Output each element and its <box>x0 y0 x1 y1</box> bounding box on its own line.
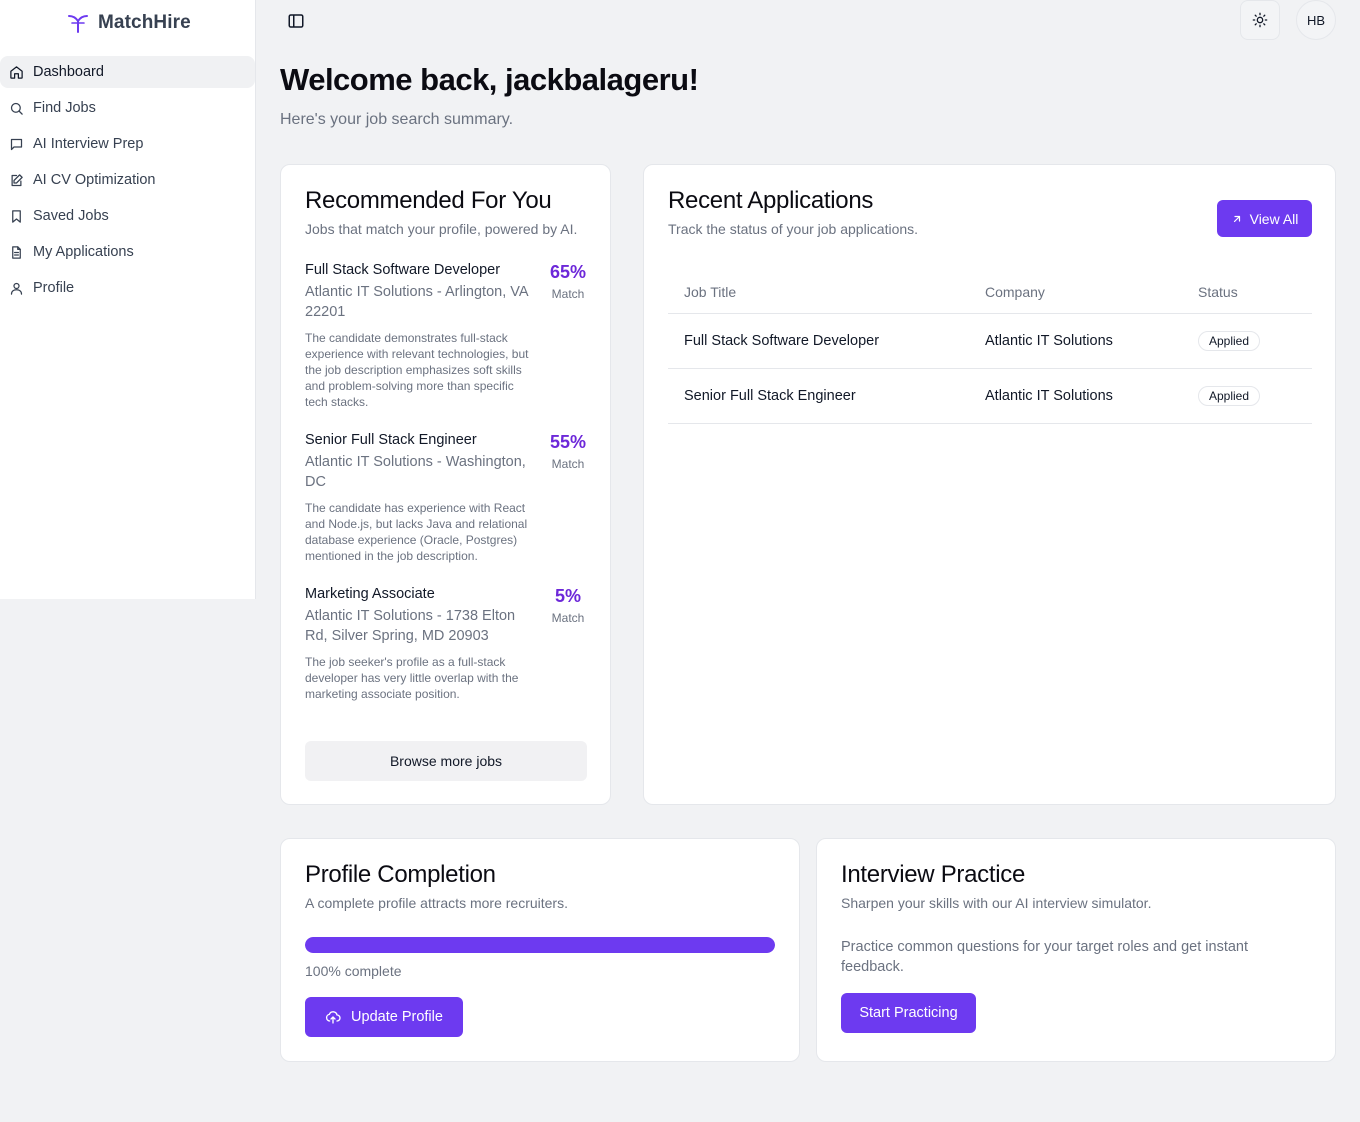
match-label: Match <box>551 611 585 625</box>
recent-applications-card: Recent Applications Track the status of … <box>643 164 1336 805</box>
practice-body-text: Practice common questions for your targe… <box>841 939 1249 975</box>
job-recommendation[interactable]: Full Stack Software Developer Atlantic I… <box>305 262 588 410</box>
sidebar-item-label: Find Jobs <box>33 100 96 116</box>
brand-logo[interactable]: MatchHire <box>66 10 191 36</box>
matchhire-logo-icon <box>68 15 88 33</box>
sidebar: MatchHire Dashboard Find Jobs AI Intervi… <box>0 0 256 599</box>
status-badge: Applied <box>1198 386 1261 406</box>
sidebar-item-label: Dashboard <box>33 64 104 80</box>
home-icon <box>10 65 23 79</box>
column-header-company[interactable]: Company <box>969 284 1182 300</box>
sidebar-item-label: Saved Jobs <box>33 208 109 224</box>
job-recommendation[interactable]: Senior Full Stack Engineer Atlantic IT S… <box>305 432 588 564</box>
view-all-button[interactable]: View All <box>1217 200 1312 237</box>
card-title: Recommended For You <box>305 187 552 214</box>
start-practicing-button[interactable]: Start Practicing <box>841 993 976 1033</box>
brand-name: MatchHire <box>98 12 191 33</box>
applications-table: Job Title Company Status Full Stack Soft… <box>668 270 1312 424</box>
sidebar-item-ai-interview-prep[interactable]: AI Interview Prep <box>0 128 255 160</box>
table-header: Job Title Company Status <box>668 270 1312 314</box>
recommended-card: Recommended For You Jobs that match your… <box>280 164 611 805</box>
card-title: Recent Applications <box>668 187 874 214</box>
match-label: Match <box>551 287 585 301</box>
sidebar-nav: Dashboard Find Jobs AI Interview Prep AI… <box>0 56 255 308</box>
profile-progress-bar <box>305 937 775 953</box>
cell-job-title: Senior Full Stack Engineer <box>684 388 856 404</box>
cell-status: Applied <box>1182 386 1312 406</box>
interview-practice-card: Interview Practice Sharpen your skills w… <box>816 838 1336 1062</box>
job-location: Atlantic IT Solutions - Washington, DC <box>305 454 526 490</box>
update-profile-label: Update Profile <box>351 1009 443 1025</box>
sidebar-item-label: Profile <box>33 280 75 296</box>
profile-completion-card: Profile Completion A complete profile at… <box>280 838 800 1062</box>
job-match-reason: The job seeker's profile as a full-stack… <box>305 655 519 701</box>
sidebar-item-saved-jobs[interactable]: Saved Jobs <box>0 200 255 232</box>
card-title: Profile Completion <box>305 861 496 888</box>
bookmark-icon <box>12 209 21 223</box>
job-match-reason: The candidate has experience with React … <box>305 501 528 563</box>
job-title[interactable]: Marketing Associate <box>305 586 535 602</box>
job-recommendation[interactable]: Marketing Associate Atlantic IT Solution… <box>305 586 588 702</box>
sidebar-item-ai-cv-optimization[interactable]: AI CV Optimization <box>0 164 255 196</box>
sidebar-item-dashboard[interactable]: Dashboard <box>0 56 255 88</box>
sidebar-item-find-jobs[interactable]: Find Jobs <box>0 92 255 124</box>
cell-job-title: Full Stack Software Developer <box>684 333 880 349</box>
match-percent: 5% <box>554 586 581 606</box>
file-text-icon <box>12 245 21 259</box>
cloud-upload-icon <box>326 1011 341 1024</box>
progress-text: 100% complete <box>305 963 402 979</box>
table-row[interactable]: Full Stack Software Developer Atlantic I… <box>668 314 1312 369</box>
page-subtitle: Here's your job search summary. <box>280 111 514 128</box>
match-score: 55% Match <box>548 432 588 471</box>
card-description: Jobs that match your profile, powered by… <box>305 221 578 237</box>
match-score: 5% Match <box>548 586 588 625</box>
page-title: Welcome back, jackbalageru! <box>280 62 699 97</box>
table-row[interactable]: Senior Full Stack Engineer Atlantic IT S… <box>668 369 1312 424</box>
avatar[interactable]: HB <box>1296 0 1336 40</box>
browse-more-jobs-button[interactable]: Browse more jobs <box>305 741 587 781</box>
sidebar-item-label: AI Interview Prep <box>33 136 144 152</box>
job-match-reason: The candidate demonstrates full-stack ex… <box>305 331 529 409</box>
card-title: Interview Practice <box>841 861 1025 888</box>
card-description: Track the status of your job application… <box>668 221 919 237</box>
cell-company: Atlantic IT Solutions <box>985 333 1113 349</box>
update-profile-button[interactable]: Update Profile <box>305 997 463 1037</box>
job-title[interactable]: Senior Full Stack Engineer <box>305 432 535 448</box>
arrow-up-right-icon <box>1233 215 1240 222</box>
match-percent: 65% <box>549 262 587 282</box>
search-icon <box>10 102 23 115</box>
sidebar-item-my-applications[interactable]: My Applications <box>0 236 255 268</box>
sidebar-toggle-icon[interactable] <box>287 12 305 30</box>
column-header-job-title[interactable]: Job Title <box>668 284 969 300</box>
user-icon <box>10 282 23 295</box>
sidebar-item-label: AI CV Optimization <box>33 172 156 188</box>
theme-toggle-button[interactable] <box>1240 0 1280 40</box>
column-header-status[interactable]: Status <box>1182 284 1312 300</box>
view-all-label: View All <box>1249 210 1299 227</box>
card-description: A complete profile attracts more recruit… <box>305 895 568 911</box>
message-square-icon <box>10 138 23 150</box>
edit-document-icon <box>11 173 23 186</box>
match-label: Match <box>551 457 585 471</box>
job-title[interactable]: Full Stack Software Developer <box>305 262 535 278</box>
sun-icon <box>1252 12 1268 28</box>
card-description: Sharpen your skills with our AI intervie… <box>841 895 1152 911</box>
status-badge: Applied <box>1198 331 1261 351</box>
match-score: 65% Match <box>548 262 588 301</box>
profile-progress-fill <box>305 937 775 953</box>
cell-status: Applied <box>1182 331 1312 351</box>
match-percent: 55% <box>549 432 587 452</box>
job-location: Atlantic IT Solutions - Arlington, VA 22… <box>305 284 528 320</box>
job-location: Atlantic IT Solutions - 1738 Elton Rd, S… <box>305 608 516 644</box>
cell-company: Atlantic IT Solutions <box>985 388 1113 404</box>
sidebar-item-profile[interactable]: Profile <box>0 272 255 304</box>
sidebar-item-label: My Applications <box>33 244 134 260</box>
